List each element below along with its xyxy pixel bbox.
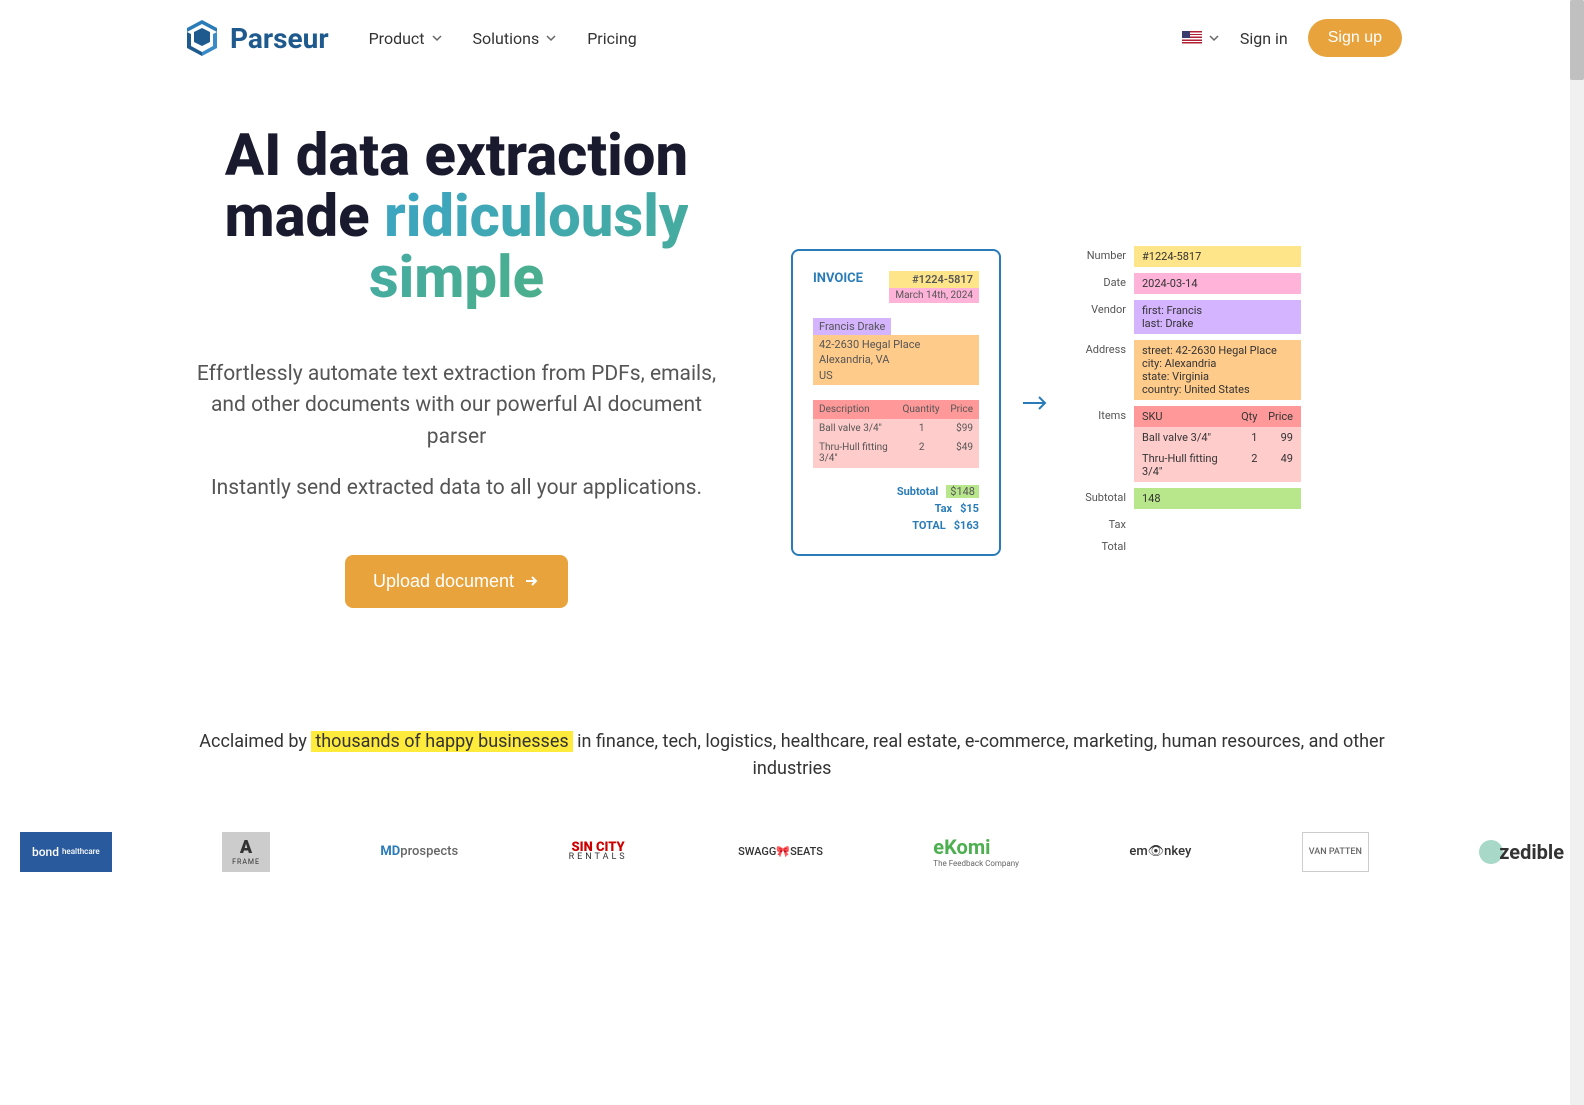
arrow-right-icon <box>1021 393 1051 413</box>
extracted-vendor: first: Francis last: Drake <box>1134 300 1301 334</box>
language-selector[interactable] <box>1182 31 1220 45</box>
hero-subtitle-1: Effortlessly automate text extraction fr… <box>182 359 731 454</box>
nav-solutions[interactable]: Solutions <box>473 29 558 48</box>
subtotal-value: $148 <box>946 485 979 498</box>
extracted-address: street: 42-2630 Hegal Place city: Alexan… <box>1134 340 1301 400</box>
main-nav: Product Solutions Pricing <box>369 29 1182 48</box>
invoice-date: March 14th, 2024 <box>889 288 979 303</box>
us-flag-icon <box>1182 31 1202 45</box>
main-header: Parseur Product Solutions Pricing Sign i… <box>182 0 1402 76</box>
logo-sincity: SIN CITY RENTALS <box>569 832 628 872</box>
parseur-logo-icon <box>182 18 222 58</box>
chevron-down-icon <box>431 32 443 44</box>
acclaimed-text: Acclaimed by thousands of happy business… <box>182 728 1402 782</box>
scrollbar-thumb[interactable] <box>1570 0 1584 80</box>
item-row: Thru-Hull fitting 3/4" 2 $49 <box>813 438 979 468</box>
header-actions: Sign in Sign up <box>1182 19 1402 57</box>
scrollbar-track[interactable] <box>1570 0 1584 1105</box>
brand-name: Parseur <box>230 22 329 55</box>
invoice-title: INVOICE <box>813 271 863 286</box>
brand-logo[interactable]: Parseur <box>182 18 329 58</box>
tax-value: $15 <box>960 502 979 515</box>
invoice-number: #1224-5817 <box>889 271 979 288</box>
logo-emonkey: em👁nkey <box>1129 832 1191 872</box>
logo-ekomi: eKomi The Feedback Company <box>933 832 1019 872</box>
hero-section: AI data extraction made ridiculously sim… <box>182 76 1402 688</box>
extracted-number: #1224-5817 <box>1134 246 1301 267</box>
extracted-items: SKU Qty Price Ball valve 3/4" 1 99 Thru-… <box>1134 406 1301 482</box>
logo-frame: A FRAME <box>222 832 270 872</box>
signin-link[interactable]: Sign in <box>1240 29 1288 48</box>
vendor-address: 42-2630 Hegal Place Alexandria, VA US <box>813 335 979 385</box>
extracted-tax <box>1134 515 1301 523</box>
nav-product[interactable]: Product <box>369 29 443 48</box>
logo-vanpatten: VAN PATTEN <box>1302 832 1369 872</box>
nav-pricing[interactable]: Pricing <box>587 29 637 48</box>
extracted-subtotal: 148 <box>1134 488 1301 509</box>
hero-subtitle-2: Instantly send extracted data to all you… <box>182 473 731 505</box>
extracted-data: Number #1224-5817 Date 2024-03-14 Vendor… <box>1071 246 1301 559</box>
upload-document-button[interactable]: Upload document <box>345 555 568 608</box>
logo-bond: bond healthcare <box>20 832 112 872</box>
logo-zedible: zedible <box>1479 832 1564 872</box>
signup-button[interactable]: Sign up <box>1308 19 1402 57</box>
chevron-down-icon <box>545 32 557 44</box>
client-logos: bond healthcare A FRAME MDprospects SIN … <box>0 802 1584 902</box>
acclaimed-highlight: thousands of happy businesses <box>311 731 572 752</box>
logo-swaggseats: SWAGG🎀SEATS <box>738 832 823 872</box>
chevron-down-icon <box>1208 32 1220 44</box>
logo-mdprospects: MDprospects <box>380 832 458 872</box>
invoice-preview: INVOICE #1224-5817 March 14th, 2024 Fran… <box>791 249 1001 556</box>
arrow-right-icon <box>524 573 540 589</box>
hero-content: AI data extraction made ridiculously sim… <box>182 126 731 608</box>
acclaimed-section: Acclaimed by thousands of happy business… <box>182 688 1402 802</box>
hero-demo: INVOICE #1224-5817 March 14th, 2024 Fran… <box>791 126 1402 559</box>
items-header: Description Quantity Price <box>813 400 979 419</box>
extracted-total <box>1134 537 1301 545</box>
item-row: Ball valve 3/4" 1 $99 <box>813 419 979 438</box>
extracted-date: 2024-03-14 <box>1134 273 1301 294</box>
total-value: $163 <box>954 519 979 532</box>
hero-title: AI data extraction made ridiculously sim… <box>182 126 731 309</box>
vendor-name: Francis Drake <box>813 318 891 335</box>
